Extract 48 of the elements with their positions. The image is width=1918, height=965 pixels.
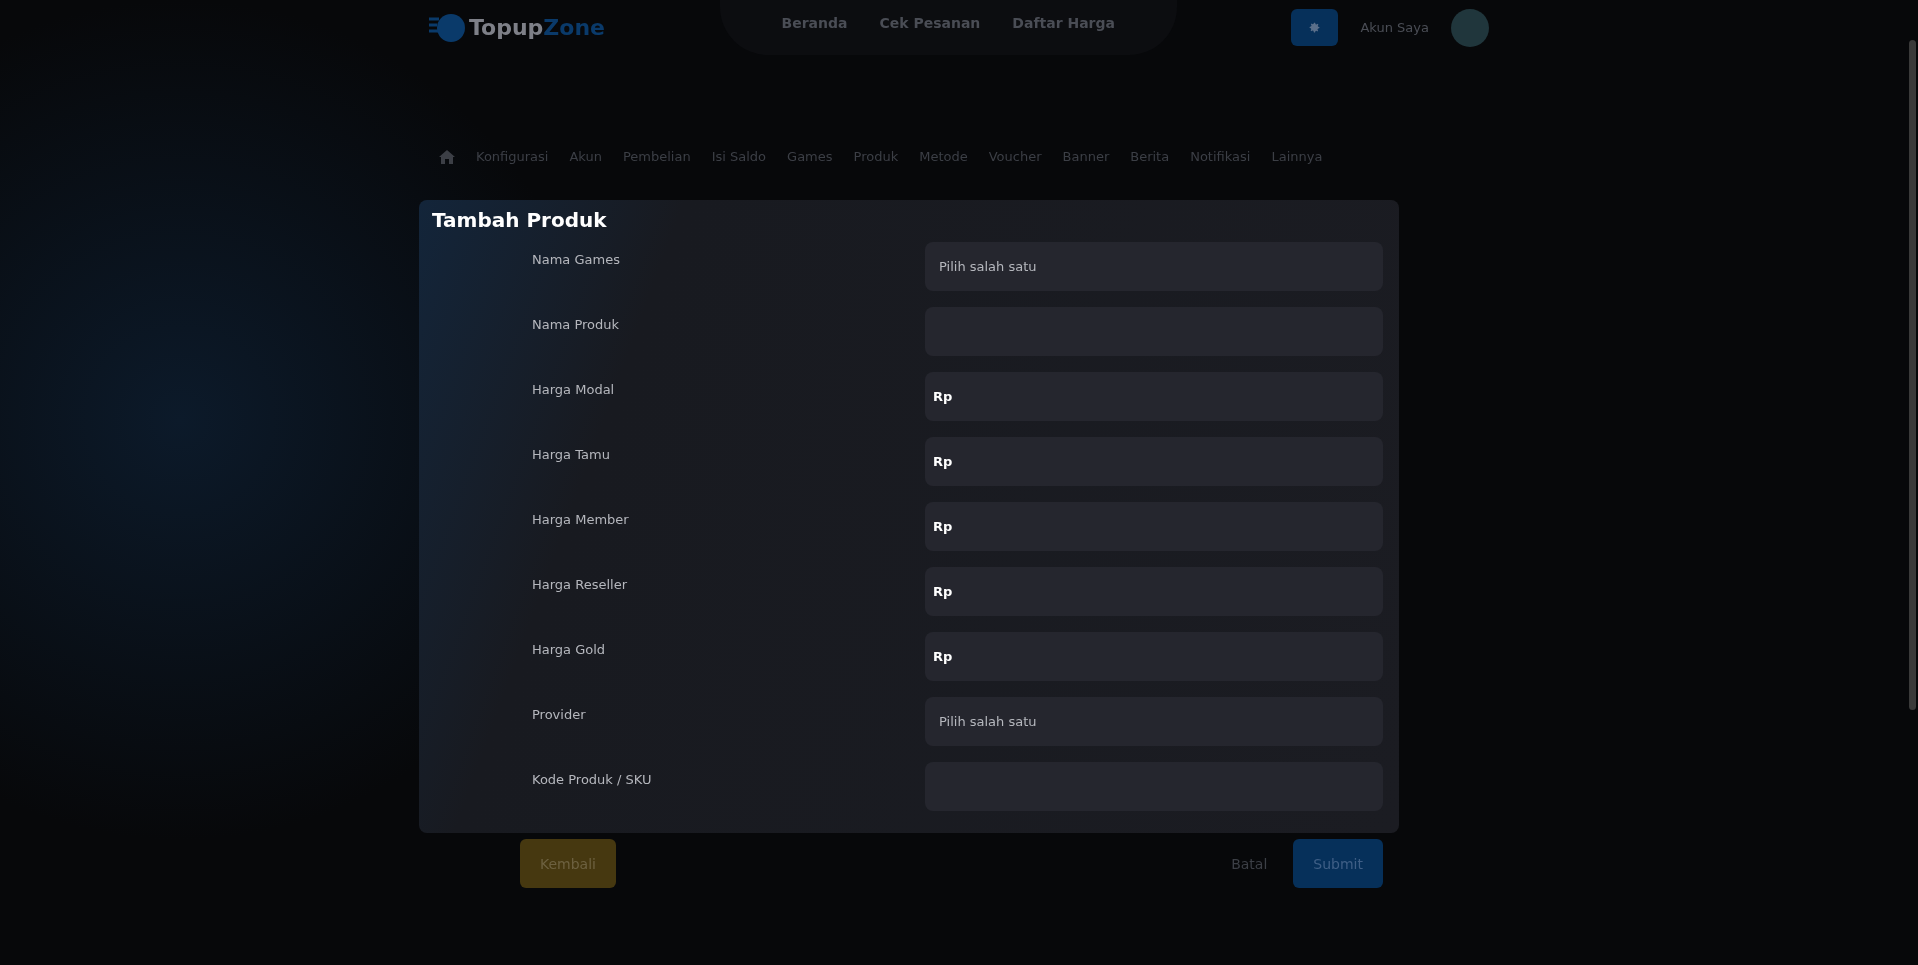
home-icon[interactable] [439, 149, 455, 164]
currency-prefix: Rp [933, 519, 953, 534]
form-title: Tambah Produk [432, 208, 608, 232]
input-field[interactable]: Rp [925, 372, 1383, 421]
field-label: Nama Games [532, 251, 621, 269]
currency-prefix: Rp [933, 649, 953, 664]
admin-tab[interactable]: Isi Saldo [711, 149, 767, 164]
currency-prefix: Rp [933, 389, 953, 404]
logo-text: TopupZone [469, 15, 605, 40]
admin-tab[interactable]: Lainnya [1271, 149, 1323, 164]
currency-prefix: Rp [933, 584, 953, 599]
field-label: Harga Gold [532, 641, 607, 659]
admin-tab[interactable]: Konfigurasi [476, 149, 549, 164]
admin-tab[interactable]: Produk [853, 149, 899, 164]
select-field[interactable]: Pilih salah satu [925, 697, 1383, 746]
admin-tab[interactable]: Berita [1130, 149, 1170, 164]
field-label: Nama Produk [532, 316, 621, 334]
account-link[interactable]: Akun Saya [1360, 20, 1429, 35]
field-label: Harga Modal [532, 381, 616, 399]
nav-link[interactable]: Daftar Harga [1012, 15, 1115, 31]
admin-tab[interactable]: Akun [569, 149, 602, 164]
nav-link[interactable]: Beranda [781, 15, 848, 31]
logo-icon [429, 12, 465, 43]
logo[interactable]: TopupZone [429, 12, 605, 43]
input-field[interactable]: Rp [925, 632, 1383, 681]
settings-button[interactable] [1291, 9, 1339, 46]
admin-tab[interactable]: Pembelian [622, 149, 691, 164]
nav-link[interactable]: Cek Pesanan [879, 15, 981, 31]
input-field[interactable]: Rp [925, 437, 1383, 486]
field-label: Harga Reseller [532, 576, 628, 594]
admin-tab[interactable]: Voucher [988, 149, 1042, 164]
admin-tab[interactable]: Metode [919, 149, 968, 164]
currency-prefix: Rp [933, 454, 953, 469]
input-field[interactable]: Rp [925, 567, 1383, 616]
field-label: Kode Produk / SKU [532, 771, 653, 789]
admin-tab[interactable]: Banner [1062, 149, 1110, 164]
field-label: Harga Tamu [532, 446, 611, 464]
avatar[interactable] [1451, 8, 1489, 47]
settings-icon [1308, 21, 1322, 34]
admin-tab[interactable]: Games [787, 149, 833, 164]
field-label: Provider [532, 706, 587, 724]
submit-button[interactable]: Submit [1293, 839, 1383, 888]
cancel-button[interactable]: Batal [1225, 854, 1274, 873]
admin-tab[interactable]: Notifikasi [1190, 149, 1251, 164]
select-field[interactable]: Pilih salah satu [925, 242, 1383, 291]
scrollbar[interactable] [1909, 40, 1916, 710]
input-field[interactable]: Rp [925, 502, 1383, 551]
field-label: Harga Member [532, 511, 630, 529]
